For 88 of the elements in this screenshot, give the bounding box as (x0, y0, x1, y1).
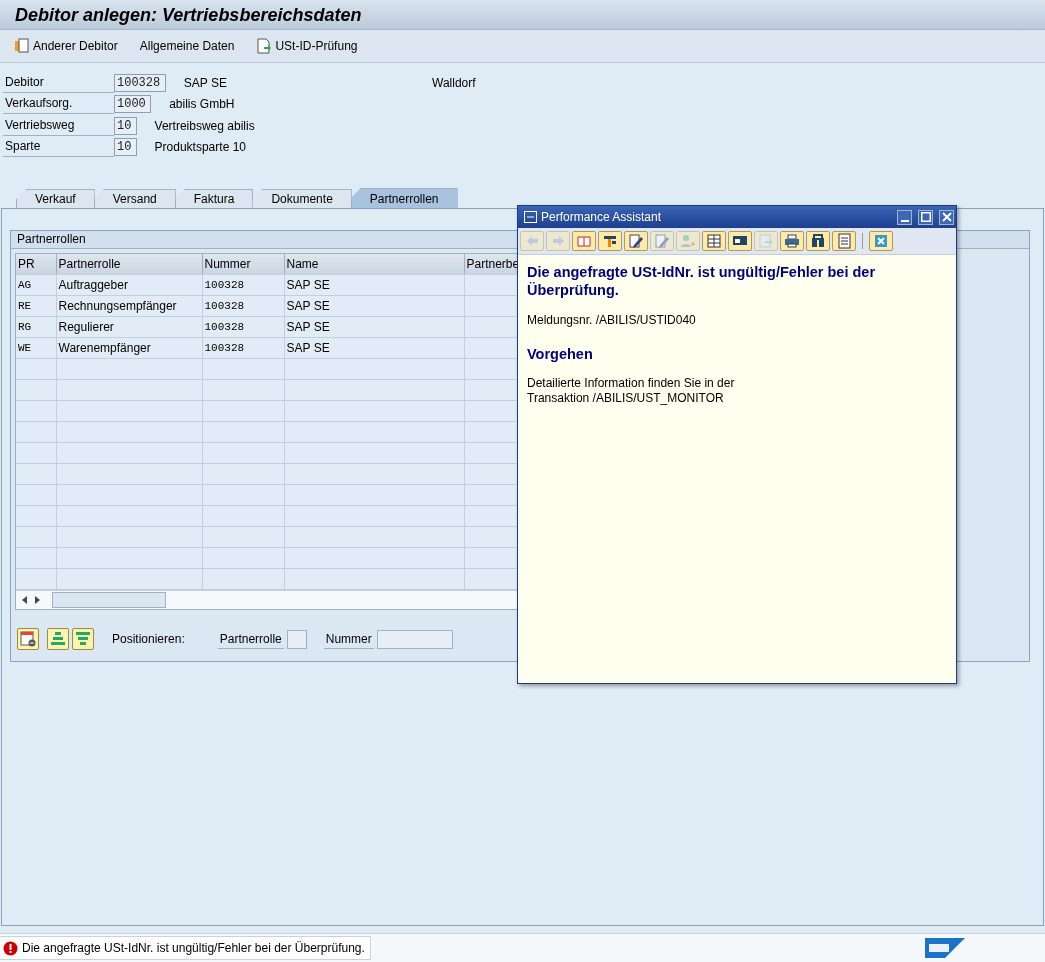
table-cell: SAP SE (286, 341, 330, 355)
table-cell: SAP SE (286, 278, 330, 292)
help-text: Detailierte Information finden Sie in der Transaktion /ABILIS/UST_MONITOR (527, 376, 736, 406)
arrow-left-icon (20, 595, 28, 605)
table-delete-icon (20, 631, 36, 647)
table-cell: 100328 (204, 300, 245, 312)
document-arrow-icon (256, 38, 273, 54)
arrow-right-icon (34, 595, 42, 605)
window-title: Debitor anlegen: Vertriebsbereichsdaten (15, 4, 362, 27)
tab[interactable]: Dokumente (252, 189, 352, 208)
toolbar-button[interactable] (806, 231, 830, 251)
maximize-icon (920, 212, 931, 222)
input-field[interactable] (286, 629, 307, 649)
close-button[interactable] (939, 209, 954, 225)
column-header[interactable]: PR (16, 254, 56, 275)
printer-icon (784, 233, 800, 249)
table-cell: WE (18, 342, 32, 354)
table-cell: Auftraggeber (58, 278, 128, 292)
field-description: SAP SE (183, 75, 227, 90)
scrollbar[interactable] (16, 590, 519, 609)
sort-button[interactable] (47, 628, 69, 650)
table-cell: RG (18, 321, 32, 333)
toolbar-button[interactable] (780, 231, 804, 251)
column-header[interactable]: Partnerrolle (56, 254, 202, 275)
toolbar-button[interactable] (624, 231, 648, 251)
position-label: Positionieren: (112, 632, 185, 646)
tab[interactable]: Verkauf (16, 189, 95, 208)
list-icon (836, 233, 852, 249)
pencil-icon (628, 233, 644, 249)
input-field[interactable]: 1000 (114, 95, 152, 114)
sort-icon (50, 631, 66, 647)
toolbar-button[interactable]: Allgemeine Daten (135, 35, 239, 57)
input-field[interactable]: 100328 (114, 73, 166, 92)
status-message: Die angefragte USt-IdNr. ist ungültig/Fehler bei der Überprüfung. (22, 941, 365, 955)
filter-icon (75, 631, 91, 647)
pencil-icon (654, 233, 670, 249)
book-icon (576, 233, 592, 249)
toolbar-button[interactable] (598, 231, 622, 251)
section-heading: Vorgehen (527, 346, 594, 362)
field-description: Vertreibsweg abilis (154, 118, 255, 133)
table-cell: RE (18, 300, 32, 312)
field-label: Partnerrolle (217, 629, 284, 649)
table-cell: Warenempfänger (58, 341, 151, 355)
arrow-right-icon (550, 233, 566, 249)
group-title: Partnerrollen (17, 231, 86, 248)
tab[interactable]: Partnerrollen (350, 188, 458, 208)
table-icon (706, 233, 722, 249)
field-label: Nummer (323, 629, 374, 649)
delete-row-button[interactable] (17, 628, 39, 650)
input-field[interactable]: 10 (114, 116, 137, 135)
toolbar-button[interactable]: USt-ID-Prüfung (252, 35, 362, 57)
filter-button[interactable] (72, 628, 94, 650)
message-heading: Die angefragte USt-IdNr. ist ungültig/Fehler bei der Überprüfung. (527, 263, 877, 299)
field-description: Walldorf (432, 75, 476, 90)
dialog-title: Performance Assistant (541, 210, 663, 224)
input-field[interactable]: 10 (114, 138, 137, 157)
tab[interactable]: Versand (93, 189, 176, 208)
field-description: abilis GmbH (169, 97, 235, 112)
toolbar-button[interactable] (728, 231, 752, 251)
window-icon (524, 211, 537, 223)
minimize-button[interactable] (897, 209, 912, 225)
close-icon (873, 233, 889, 249)
maximize-button[interactable] (918, 209, 933, 225)
logo-icon (925, 938, 965, 958)
toolbar-button[interactable]: Anderer Debitor (10, 35, 122, 57)
table-cell: 100328 (204, 279, 245, 291)
close-icon (941, 212, 952, 222)
table-cell: 100328 (204, 342, 245, 354)
table-cell: 100328 (204, 321, 245, 333)
table-cell: AG (18, 279, 32, 291)
error-icon (3, 940, 18, 956)
toolbar-button[interactable] (702, 231, 726, 251)
table-cell: SAP SE (286, 299, 330, 313)
copy-icon (14, 38, 30, 54)
table-cell: Regulierer (58, 320, 114, 334)
table-cell: SAP SE (286, 320, 330, 334)
table-cell: Rechnungsempfänger (58, 299, 177, 313)
field-description: Produktsparte 10 (154, 140, 246, 155)
person-key-icon (680, 233, 696, 249)
minimize-icon (900, 220, 909, 222)
input-field[interactable] (376, 629, 453, 649)
column-header[interactable]: Partnerbe (464, 254, 519, 275)
column-header[interactable]: Name (284, 254, 464, 275)
message-number: Meldungsnr. /ABILIS/USTID040 (527, 313, 697, 328)
tab[interactable]: Faktura (174, 189, 254, 208)
binoculars-icon (810, 233, 826, 249)
tools-icon (602, 233, 618, 249)
column-header[interactable]: Nummer (202, 254, 284, 275)
